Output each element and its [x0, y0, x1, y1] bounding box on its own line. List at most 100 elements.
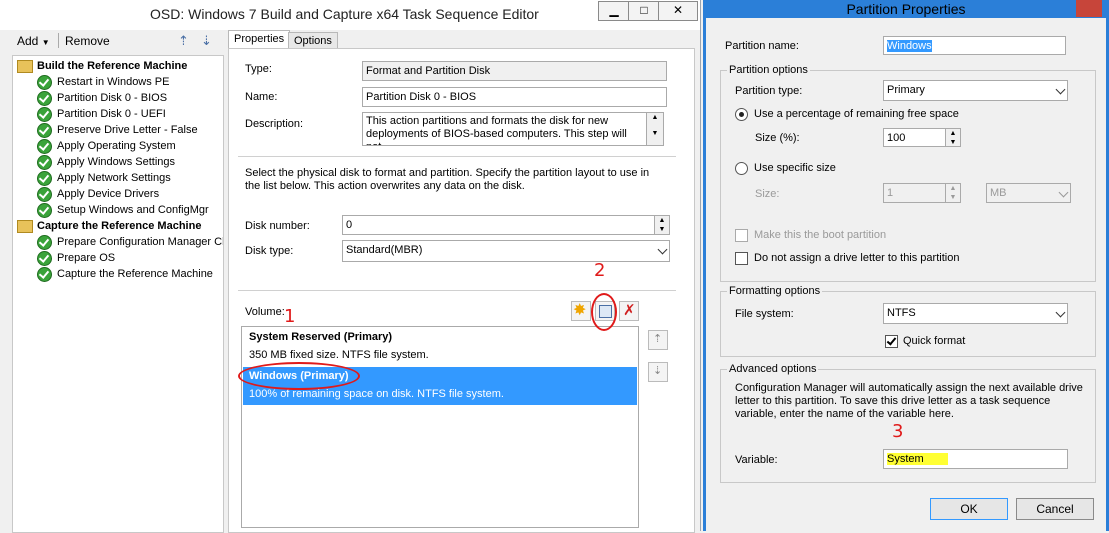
move-down-icon[interactable]: ⇣	[201, 33, 212, 49]
dialog-close-button[interactable]	[1076, 0, 1102, 17]
tree-label: Prepare OS	[57, 252, 116, 264]
ok-button[interactable]: OK	[930, 498, 1008, 520]
advanced-options-title: Advanced options	[727, 363, 819, 375]
volume-detail: 100% of remaining space on disk. NTFS fi…	[249, 388, 504, 400]
check-icon	[37, 139, 52, 154]
quick-format-label: Quick format	[903, 335, 966, 347]
chevron-down-icon	[1055, 84, 1066, 95]
variable-input[interactable]: System	[883, 449, 1068, 469]
move-volume-up-button[interactable]: ⇡	[648, 330, 668, 350]
annotation-number-1: 1	[284, 306, 296, 327]
quick-format-checkbox[interactable]	[885, 335, 898, 348]
disk-number-stepper[interactable]: 0 ▲ ▼	[342, 215, 670, 235]
disk-type-label: Disk type:	[245, 245, 294, 257]
partition-name-input[interactable]: Windows	[883, 36, 1066, 55]
check-icon	[37, 91, 52, 106]
name-label: Name:	[245, 91, 278, 103]
divider	[238, 156, 676, 157]
disk-number-value: 0	[346, 219, 353, 231]
tree-label: Capture the Reference Machine	[57, 268, 213, 280]
check-icon	[37, 267, 52, 282]
move-volume-down-button[interactable]: ⇣	[648, 362, 668, 382]
annotation-number-2: 2	[594, 260, 606, 281]
minimize-button[interactable]: ▁	[598, 1, 630, 21]
delete-partition-button[interactable]: ✗	[619, 301, 639, 321]
partition-options-title: Partition options	[727, 64, 810, 76]
editor-title-bar: OSD: Windows 7 Build and Capture x64 Tas…	[0, 0, 700, 30]
close-button[interactable]: ✕	[658, 1, 698, 21]
new-partition-button[interactable]: ✸	[571, 301, 591, 321]
type-field: Format and Partition Disk	[362, 61, 667, 81]
spin-down-icon[interactable]: ▼	[946, 138, 960, 147]
size-spin[interactable]: ▲ ▼	[945, 184, 960, 202]
dropdown-arrow-icon: ▼	[41, 38, 50, 47]
scroll-up-icon[interactable]: ▲	[647, 113, 663, 129]
move-up-icon[interactable]: ⇡	[178, 33, 189, 49]
disk-type-select[interactable]: Standard(MBR)	[342, 240, 670, 262]
disk-number-label: Disk number:	[245, 220, 310, 232]
folder-icon	[17, 60, 33, 73]
partition-name-label: Partition name:	[725, 40, 799, 52]
spin-up-icon[interactable]: ▲	[655, 216, 669, 225]
use-percentage-radio[interactable]	[735, 108, 748, 121]
no-drive-letter-checkbox[interactable]	[735, 252, 748, 265]
description-scrollbar[interactable]: ▲ ▼	[646, 113, 663, 145]
tree-label: Preserve Drive Letter - False	[57, 124, 198, 136]
volume-detail: 350 MB fixed size. NTFS file system.	[249, 349, 429, 361]
add-button[interactable]: Add ▼	[17, 34, 50, 48]
spin-up-icon[interactable]: ▲	[946, 129, 960, 138]
annotation-number-3: 3	[892, 421, 904, 442]
tree-label: Build the Reference Machine	[37, 60, 188, 72]
task-sequence-editor-window: OSD: Windows 7 Build and Capture x64 Tas…	[0, 0, 701, 533]
check-icon	[37, 235, 52, 250]
description-textarea[interactable]: This action partitions and formats the d…	[362, 112, 664, 146]
description-text: This action partitions and formats the d…	[366, 115, 627, 145]
variable-value: System	[887, 453, 948, 465]
volume-item-system-reserved[interactable]: System Reserved (Primary) 350 MB fixed s…	[243, 329, 637, 365]
scroll-down-icon[interactable]: ▼	[647, 129, 663, 145]
remove-button[interactable]: Remove	[65, 34, 110, 48]
size-unit-select[interactable]: MB	[986, 183, 1071, 203]
tree-label: Restart in Windows PE	[57, 76, 170, 88]
formatting-options-title: Formatting options	[727, 285, 823, 297]
use-specific-size-radio[interactable]	[735, 162, 748, 175]
tree-label: Apply Windows Settings	[57, 156, 175, 168]
size-stepper[interactable]: 1 ▲ ▼	[883, 183, 961, 203]
chevron-down-icon	[1058, 187, 1069, 198]
formatting-options-group: Formatting options	[720, 285, 1096, 357]
star-icon: ✸	[573, 302, 587, 319]
add-label: Add	[17, 34, 39, 48]
instructions-text: Select the physical disk to format and p…	[245, 167, 650, 192]
no-drive-letter-label: Do not assign a drive letter to this par…	[754, 252, 960, 264]
partition-type-value: Primary	[887, 84, 925, 96]
maximize-button[interactable]: □	[628, 1, 660, 21]
variable-label: Variable:	[735, 454, 778, 466]
delete-icon: ✗	[623, 302, 636, 319]
check-icon	[37, 155, 52, 170]
file-system-select[interactable]: NTFS	[883, 303, 1068, 324]
tree-label: Apply Network Settings	[57, 172, 171, 184]
spin-down-icon[interactable]: ▼	[655, 225, 669, 234]
disk-number-spin[interactable]: ▲ ▼	[654, 216, 669, 234]
spin-up-icon[interactable]: ▲	[946, 184, 960, 193]
cancel-button[interactable]: Cancel	[1016, 498, 1094, 520]
partition-type-label: Partition type:	[735, 85, 803, 97]
volume-list: System Reserved (Primary) 350 MB fixed s…	[241, 326, 639, 528]
spin-down-icon[interactable]: ▼	[946, 193, 960, 202]
size-percent-spin[interactable]: ▲ ▼	[945, 129, 960, 146]
tree-label: Capture the Reference Machine	[37, 220, 202, 232]
partition-name-value: Windows	[887, 40, 932, 52]
divider	[238, 290, 676, 291]
partition-type-select[interactable]: Primary	[883, 80, 1068, 101]
size-percent-stepper[interactable]: 100 ▲ ▼	[883, 128, 961, 147]
folder-icon	[17, 220, 33, 233]
tree-label: Prepare Configuration Manager Cli	[57, 236, 224, 248]
size-value: 1	[887, 187, 894, 199]
chevron-down-icon	[657, 244, 668, 255]
name-input[interactable]: Partition Disk 0 - BIOS	[362, 87, 667, 107]
size-percent-value: 100	[887, 132, 906, 144]
tree-label: Setup Windows and ConfigMgr	[57, 204, 209, 216]
boot-partition-checkbox[interactable]	[735, 229, 748, 242]
partition-options-group: Partition options	[720, 64, 1096, 282]
check-icon	[37, 107, 52, 122]
